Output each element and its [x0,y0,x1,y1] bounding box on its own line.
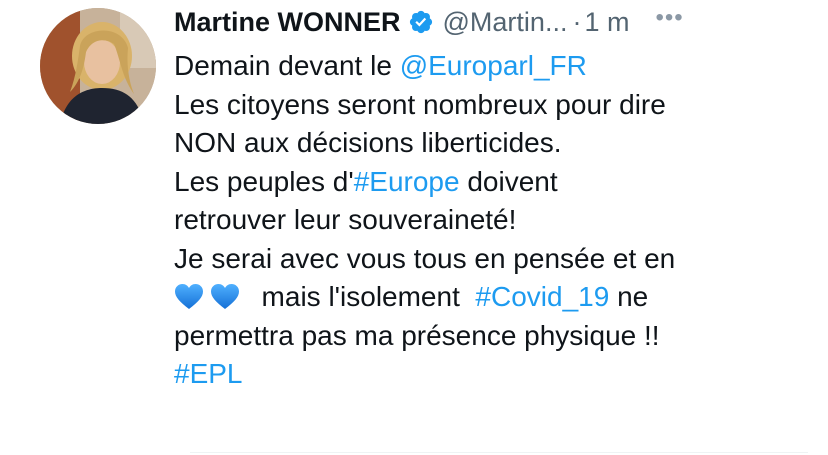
tweet-text-segment: ne [609,281,649,312]
tweet-text-segment: permettra pas ma présence physique !! [174,319,660,351]
more-options-icon[interactable]: ••• [655,4,683,32]
tweet[interactable]: Martine WONNER @Martin... · 1 m ••• Dema… [0,0,828,455]
tweet-text-segment: NON aux décisions liberticides. [174,127,562,158]
tweet-line: Je serai avec vous tous en pensée et en [174,240,808,279]
header-separator: · [572,6,582,37]
tweet-line: #EPL [174,355,808,394]
tweet-text-segment: doivent [459,165,558,197]
tweet-text-segment: Les peuples d' [174,165,354,197]
tweet-text-segment: retrouver leur souveraineté! [174,204,517,235]
blue-heart-icon [210,282,240,309]
tweet-line: Les citoyens seront nombreux pour dire [174,86,808,125]
tweet-content: Martine WONNER @Martin... · 1 m ••• Dema… [174,0,808,394]
hashtag-link[interactable]: #EPL [174,358,243,389]
hashtag-link[interactable]: #Europe [354,166,460,197]
hashtag-link[interactable]: #Covid_19 [475,281,609,312]
tweet-line: mais l'isolement #Covid_19 ne [174,278,808,317]
tweet-line: Demain devant le @Europarl_FR [174,47,808,86]
blue-heart-icon [174,282,204,309]
tweet-text-segment: Je serai avec vous tous en pensée et en [174,242,676,274]
tweet-header: Martine WONNER @Martin... · 1 m ••• [174,0,808,44]
tweet-text: Demain devant le @Europarl_FR Les citoyen… [174,47,808,394]
tweet-timestamp[interactable]: 1 m [584,7,629,38]
tweet-line: Les peuples d'#Europe doivent [174,163,808,202]
tweet-line: permettra pas ma présence physique !! [174,317,808,356]
author-handle[interactable]: @Martin... [443,7,568,38]
author-name[interactable]: Martine WONNER [174,7,401,38]
tweet-line: NON aux décisions liberticides. [174,124,808,163]
tweet-text-segment: mais l'isolement [246,281,476,312]
tweet-line: retrouver leur souveraineté! [174,201,808,240]
mention-link[interactable]: @Europarl_FR [400,50,587,81]
avatar[interactable] [40,8,156,124]
verified-badge-icon [409,10,432,34]
avatar-image [40,8,156,124]
tweet-text-segment: Les citoyens seront nombreux pour dire [174,88,666,120]
divider [190,452,808,453]
tweet-text-segment: Demain devant le [174,50,400,81]
